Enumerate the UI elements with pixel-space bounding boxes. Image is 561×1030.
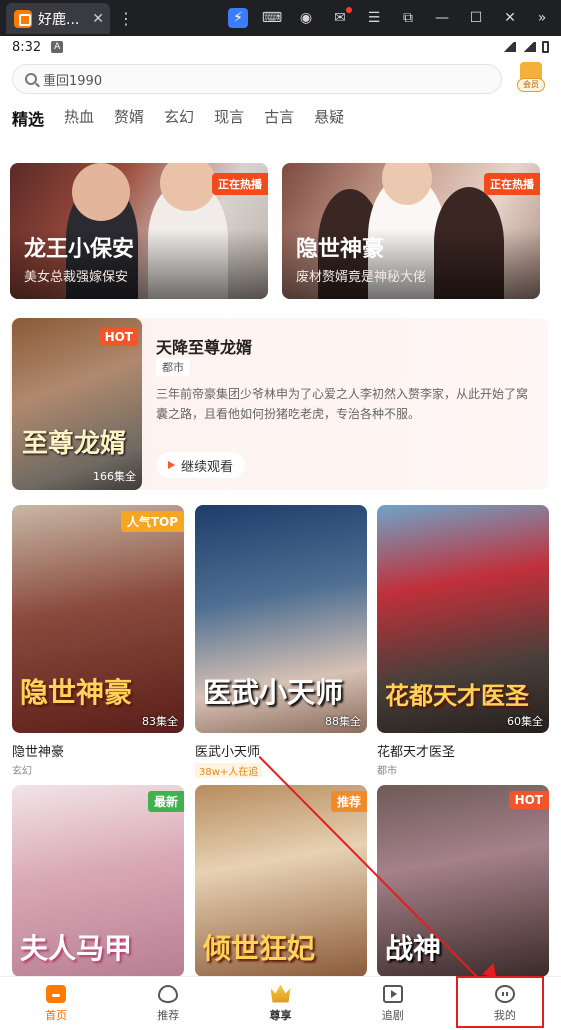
drama-poster[interactable]: 最新 夫人马甲 bbox=[12, 785, 184, 977]
nav-premium[interactable]: 尊享 bbox=[224, 977, 336, 1030]
screenshot-icon[interactable]: ⧉ bbox=[398, 8, 418, 28]
crown-icon bbox=[270, 984, 291, 1003]
drama-poster[interactable]: 医武小天师 88集全 bbox=[195, 505, 367, 733]
android-status-bar: 8:32 A bbox=[0, 36, 561, 58]
lightning-icon[interactable]: ⚡ bbox=[228, 8, 248, 28]
banner-card[interactable]: 正在热播 隐世神豪 废材赘婿竟是神秘大佬 bbox=[282, 163, 540, 299]
recommended-badge: 推荐 bbox=[330, 791, 367, 812]
viewer-count: 38w+人在追 bbox=[195, 763, 263, 778]
drama-title: 隐世神豪 bbox=[12, 745, 65, 760]
poster-title-art: 花都天才医圣 bbox=[385, 682, 529, 710]
continue-watching-button[interactable]: 继续观看 bbox=[156, 452, 246, 478]
episode-count: 83集全 bbox=[142, 715, 178, 728]
expand-icon[interactable]: » bbox=[532, 8, 552, 28]
now-playing-badge: 正在热播 bbox=[212, 173, 268, 195]
drama-genre: 玄幻 bbox=[12, 766, 32, 777]
menu-icon[interactable]: ☰ bbox=[364, 8, 384, 28]
drama-poster[interactable]: 花都天才医圣 60集全 bbox=[377, 505, 549, 733]
account-icon[interactable]: ◉ bbox=[296, 8, 316, 28]
banner-card[interactable]: 正在热播 龙王小保安 美女总裁强嫁保安 bbox=[10, 163, 268, 299]
nav-following[interactable]: 追剧 bbox=[337, 977, 449, 1030]
drama-card[interactable]: 推荐 倾世狂妃 bbox=[195, 785, 367, 977]
banner-title: 隐世神豪 bbox=[296, 237, 385, 262]
tab-close-icon[interactable]: ✕ bbox=[92, 11, 104, 27]
category-tabs: 精选 热血 赘婿 玄幻 现言 古言 悬疑 bbox=[12, 106, 344, 130]
mail-icon[interactable]: ✉ bbox=[330, 7, 352, 28]
now-playing-badge: 正在热播 bbox=[484, 173, 540, 195]
search-placeholder: 重回1990 bbox=[43, 73, 103, 89]
episode-count: 166集全 bbox=[93, 470, 136, 483]
drama-card[interactable]: 最新 夫人马甲 bbox=[12, 785, 184, 977]
episode-count: 60集全 bbox=[507, 715, 543, 728]
drama-genre: 都市 bbox=[377, 766, 397, 777]
featured-title: 天降至尊龙婿 bbox=[156, 338, 253, 357]
drama-card[interactable]: 人气TOP 隐世神豪 83集全 隐世神豪 玄幻 bbox=[12, 505, 184, 777]
tab-son-in-law[interactable]: 赘婿 bbox=[114, 106, 144, 130]
drama-title: 医武小天师 bbox=[195, 745, 261, 760]
notification-badge-icon: A bbox=[51, 41, 64, 53]
home-icon bbox=[46, 984, 67, 1003]
flame-icon bbox=[158, 984, 179, 1003]
poster-title-art: 至尊龙婿 bbox=[22, 429, 127, 459]
banner-subtitle: 美女总裁强嫁保安 bbox=[24, 270, 129, 285]
drama-card[interactable]: 花都天才医圣 60集全 花都天才医圣 都市 bbox=[377, 505, 549, 777]
cta-label: 继续观看 bbox=[181, 459, 234, 475]
hot-badge: HOT bbox=[99, 328, 138, 346]
tab-featured[interactable]: 精选 bbox=[12, 106, 44, 130]
banner-subtitle: 废材赘婿竟是神秘大佬 bbox=[296, 270, 427, 285]
episode-count: 88集全 bbox=[325, 715, 361, 728]
tab-modern-romance[interactable]: 现言 bbox=[214, 106, 244, 130]
tab-fantasy[interactable]: 玄幻 bbox=[164, 106, 194, 130]
play-icon bbox=[168, 461, 175, 469]
tv-icon bbox=[382, 984, 403, 1003]
nav-home[interactable]: 首页 bbox=[0, 977, 112, 1030]
nav-label: 尊享 bbox=[269, 1008, 292, 1022]
app-logo-icon bbox=[14, 9, 32, 28]
vip-label: 会员 bbox=[517, 78, 545, 92]
emulator-title-bar: 好鹿... ✕ ⋮ ⚡ ⌨ ◉ ✉ ☰ ⧉ — ☐ ✕ » bbox=[0, 0, 561, 36]
more-menu-icon[interactable]: ⋮ bbox=[118, 9, 134, 28]
tab-period-romance[interactable]: 古言 bbox=[264, 106, 294, 130]
new-badge: 最新 bbox=[147, 791, 184, 812]
vip-button[interactable]: 会员 bbox=[514, 60, 548, 94]
banner-face bbox=[72, 163, 130, 221]
minimize-icon[interactable]: — bbox=[432, 8, 452, 28]
nav-label: 首页 bbox=[45, 1008, 68, 1022]
poster-title-art: 倾世狂妃 bbox=[203, 932, 316, 965]
wifi-icon bbox=[502, 42, 516, 52]
poster-title-art: 医武小天师 bbox=[203, 676, 344, 709]
banner-title: 龙王小保安 bbox=[24, 237, 135, 262]
hot-badge: HOT bbox=[508, 791, 549, 809]
signal-icon bbox=[522, 42, 536, 52]
battery-icon bbox=[542, 41, 549, 53]
drama-poster[interactable]: 人气TOP 隐世神豪 83集全 bbox=[12, 505, 184, 733]
drama-poster[interactable]: HOT 战神 bbox=[377, 785, 549, 977]
drama-title: 花都天才医圣 bbox=[377, 745, 456, 760]
gamepad-icon[interactable]: ⌨ bbox=[262, 8, 282, 28]
poster-title-art: 隐世神豪 bbox=[20, 676, 133, 709]
drama-card[interactable]: 医武小天师 88集全 医武小天师 38w+人在追 bbox=[195, 505, 367, 779]
window-close-icon[interactable]: ✕ bbox=[500, 8, 520, 28]
tab-action[interactable]: 热血 bbox=[64, 106, 94, 130]
nav-label: 推荐 bbox=[157, 1008, 180, 1022]
drama-poster[interactable]: 推荐 倾世狂妃 bbox=[195, 785, 367, 977]
annotation-highlight-box bbox=[456, 976, 544, 1028]
browser-tab[interactable]: 好鹿... ✕ bbox=[6, 3, 110, 34]
maximize-icon[interactable]: ☐ bbox=[466, 8, 486, 28]
search-input[interactable]: 重回1990 bbox=[12, 64, 502, 94]
search-icon bbox=[25, 73, 37, 85]
popular-top-badge: 人气TOP bbox=[120, 511, 184, 532]
poster-title-art: 夫人马甲 bbox=[20, 932, 133, 965]
tab-mystery[interactable]: 悬疑 bbox=[314, 106, 344, 130]
genre-tag: 都市 bbox=[156, 358, 190, 376]
featured-description: 三年前帝豪集团少爷林申为了心爱之人李初然入赘李家，从此开始了窝囊之路，且看他如何… bbox=[156, 387, 529, 421]
nav-label: 追剧 bbox=[381, 1008, 404, 1022]
drama-card[interactable]: HOT 战神 bbox=[377, 785, 549, 977]
tab-title: 好鹿... bbox=[38, 11, 80, 28]
nav-recommend[interactable]: 推荐 bbox=[112, 977, 224, 1030]
featured-drama-card[interactable]: HOT 至尊龙婿 166集全 天降至尊龙婿 都市 三年前帝豪集团少爷林申为了心爱… bbox=[10, 318, 548, 490]
featured-poster[interactable]: HOT 至尊龙婿 166集全 bbox=[12, 318, 142, 490]
status-time: 8:32 bbox=[12, 39, 42, 55]
